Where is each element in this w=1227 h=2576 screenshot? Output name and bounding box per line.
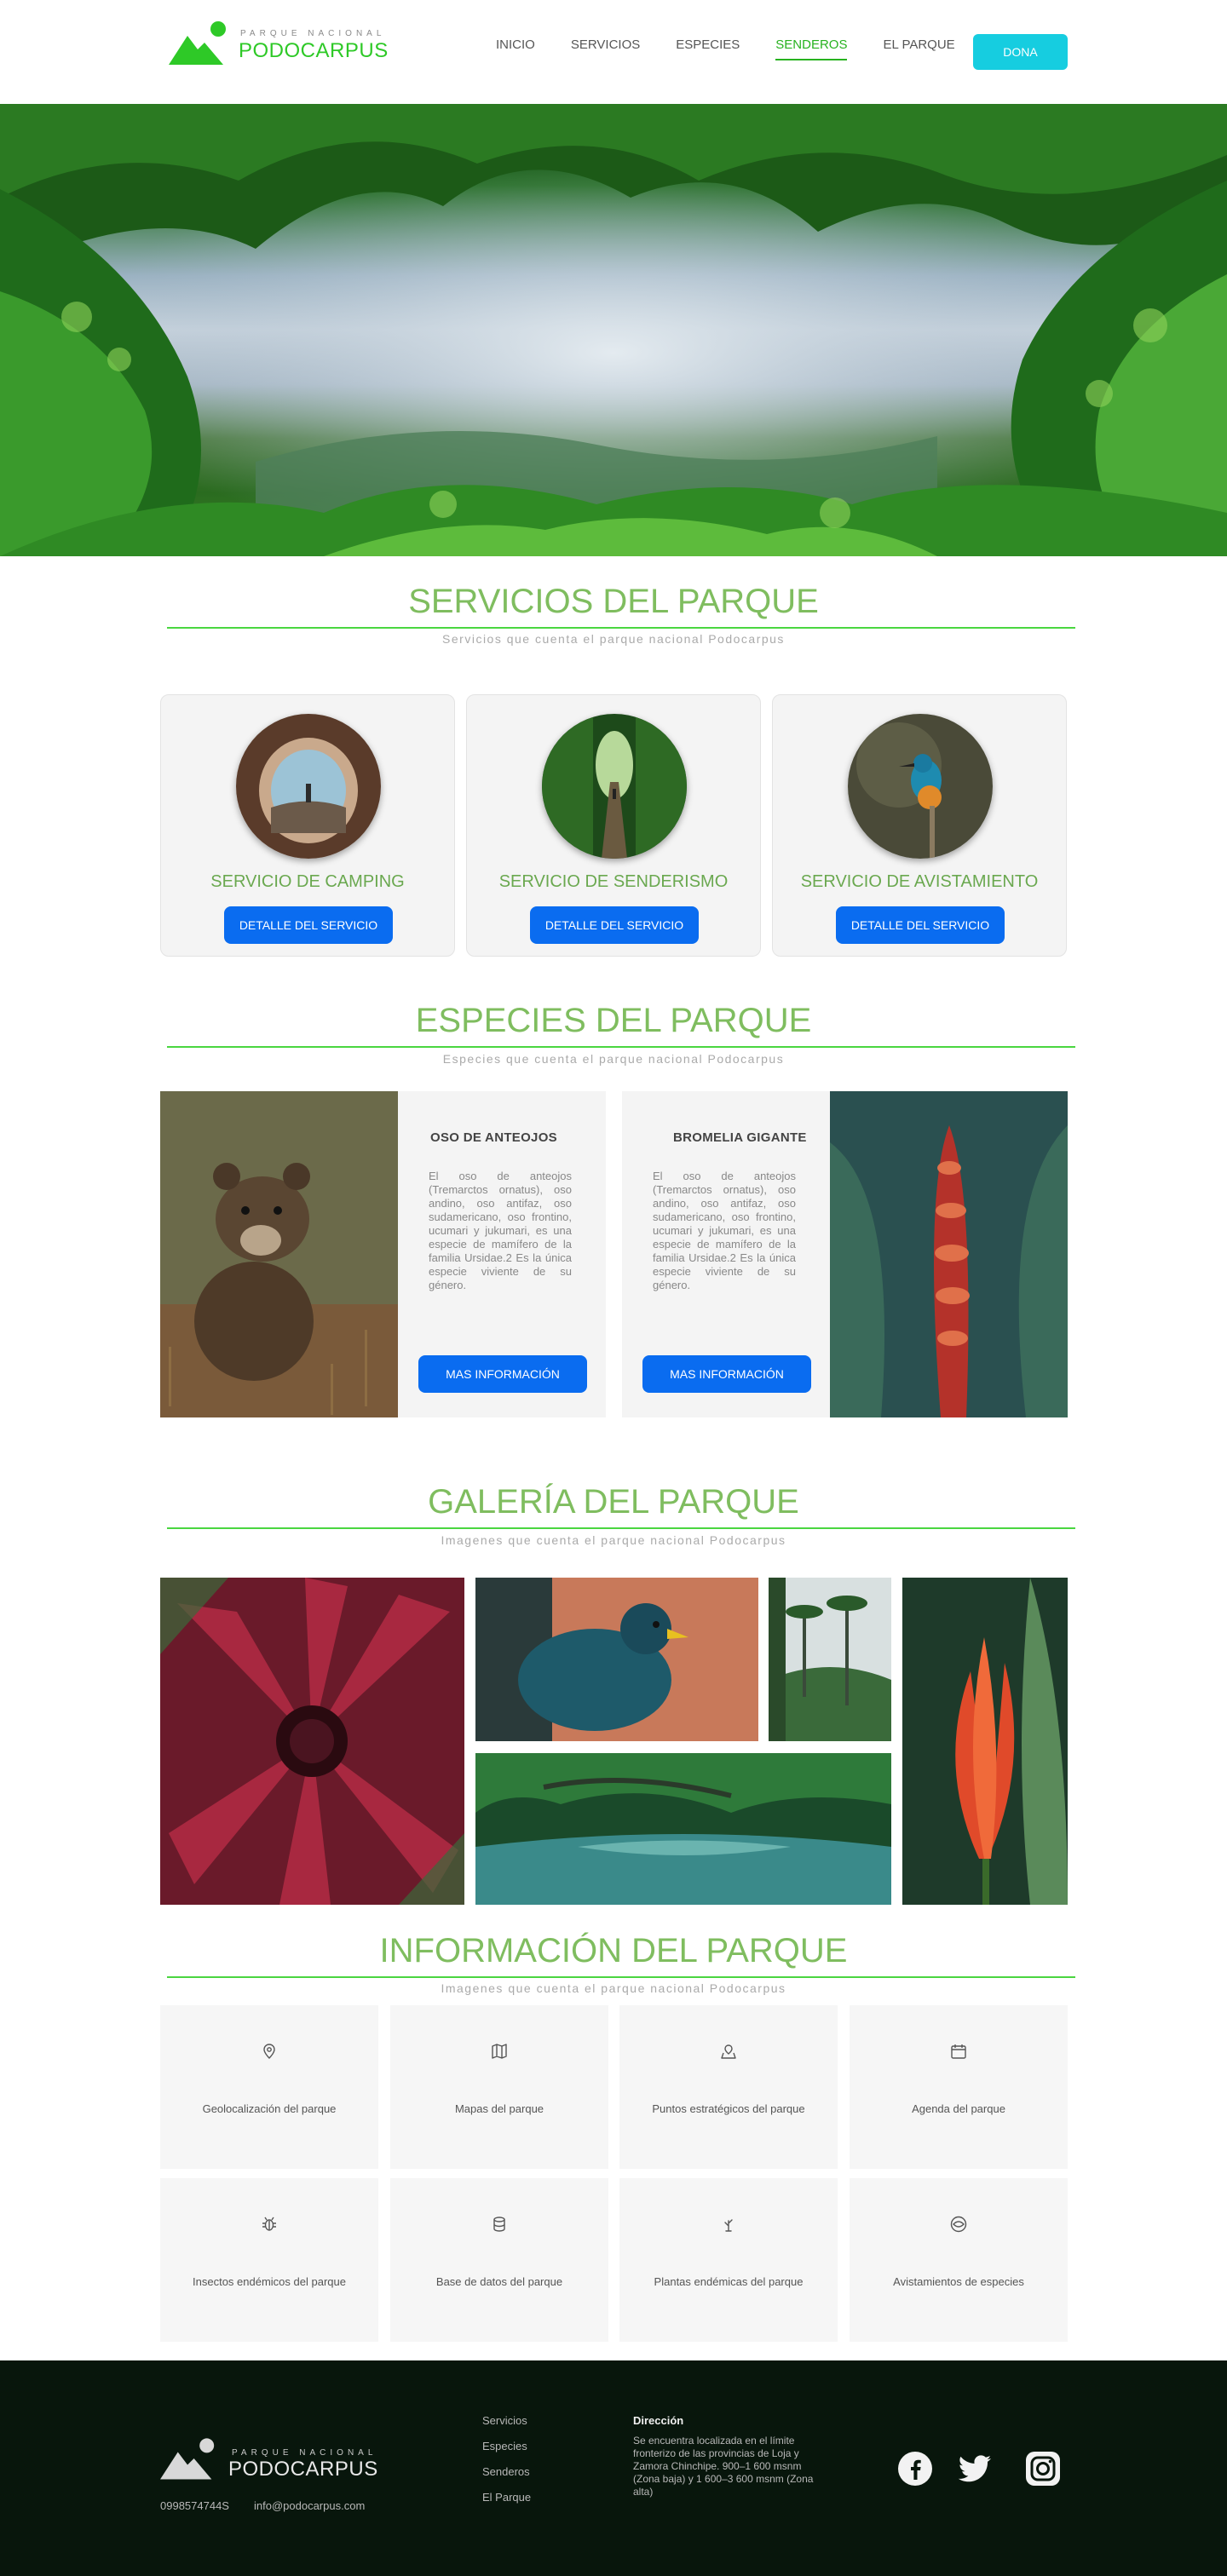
species-name: OSO DE ANTEOJOS [430,1130,557,1145]
tile-strategic-points[interactable]: Puntos estratégicos del parque [619,2005,838,2169]
tile-label: Base de datos del parque [435,2275,563,2288]
footer-logo-subtitle: PARQUE NACIONAL [232,2448,377,2458]
footer-address-title: Dirección [633,2414,684,2427]
nav-servicios[interactable]: SERVICIOS [571,37,640,60]
service-title: SERVICIO DE SENDERISMO [498,872,729,891]
tile-sightings[interactable]: Avistamientos de especies [850,2178,1068,2342]
birdwatching-photo [848,714,993,859]
tile-label: Avistamientos de especies [893,2275,1024,2288]
hiking-photo [542,714,687,859]
tile-label: Geolocalización del parque [202,2102,337,2115]
bromelia-photo [830,1091,1068,1417]
footer: PARQUE NACIONAL PODOCARPUS 0998574744S i… [0,2360,1227,2576]
gallery-palms-photo[interactable] [769,1578,891,1741]
tile-label: Agenda del parque [912,2102,1005,2115]
service-card-birdwatching: SERVICIO DE AVISTAMIENTO DETALLE DEL SER… [772,694,1067,957]
jungle-canopy-illustration [0,104,1227,556]
services-title: SERVICIOS DEL PARQUE [408,583,819,620]
map-pin-outline-icon [721,2044,736,2059]
footer-logo-title: PODOCARPUS [228,2458,378,2481]
more-info-button[interactable]: MAS INFORMACIÓN [418,1355,587,1393]
nav-especies[interactable]: ESPECIES [676,37,740,60]
gallery-divider [167,1527,1075,1529]
map-icon [492,2044,507,2059]
service-detail-button[interactable]: DETALLE DEL SERVICIO [836,906,1005,944]
mountain-logo-icon [169,21,226,65]
logo-subtitle: PARQUE NACIONAL [240,29,386,38]
page: PARQUE NACIONAL PODOCARPUS INICIO SERVIC… [0,0,1227,2576]
eye-icon [950,2216,967,2233]
species-card-bromelia: BROMELIA GIGANTE El oso de anteojos (Tre… [622,1091,830,1417]
donate-button[interactable]: DONA [973,34,1068,70]
database-icon [493,2217,505,2232]
footer-link-el-parque[interactable]: El Parque [482,2491,531,2504]
tile-insects[interactable]: Insectos endémicos del parque [160,2178,378,2342]
tile-label: Mapas del parque [454,2102,544,2115]
species-subtitle: Especies que cuenta el parque nacional P… [442,1052,785,1066]
facebook-icon[interactable] [897,2451,933,2487]
instagram-icon[interactable] [1025,2451,1061,2487]
species-description: El oso de anteojos (Tremarctos ornatus),… [429,1170,572,1291]
service-card-camping: SERVICIO DE CAMPING DETALLE DEL SERVICIO [160,694,455,957]
species-description: El oso de anteojos (Tremarctos ornatus),… [653,1170,796,1291]
nav-inicio[interactable]: INICIO [496,37,535,60]
footer-link-especies[interactable]: Especies [482,2440,527,2452]
bear-photo [160,1091,398,1417]
services-divider [167,627,1075,629]
footer-address-text: Se encuentra localizada en el límite fro… [633,2435,814,2498]
species-card-bear: OSO DE ANTEOJOS El oso de anteojos (Trem… [398,1091,606,1417]
service-title: SERVICIO DE CAMPING [210,872,405,891]
logo-title: PODOCARPUS [239,39,389,62]
footer-link-servicios[interactable]: Servicios [482,2414,527,2427]
tile-label: Insectos endémicos del parque [193,2275,346,2288]
gallery-bird-photo[interactable] [475,1578,758,1741]
tile-plants[interactable]: Plantas endémicas del parque [619,2178,838,2342]
service-card-hiking: SERVICIO DE SENDERISMO DETALLE DEL SERVI… [466,694,761,957]
plant-icon [724,2219,733,2232]
service-detail-button[interactable]: DETALLE DEL SERVICIO [530,906,699,944]
tile-maps[interactable]: Mapas del parque [390,2005,608,2169]
logo[interactable]: PARQUE NACIONAL PODOCARPUS [169,20,390,68]
info-subtitle: Imagenes que cuenta el parque nacional P… [441,1981,786,1995]
gallery-subtitle: Imagenes que cuenta el parque nacional P… [441,1533,786,1547]
header: PARQUE NACIONAL PODOCARPUS INICIO SERVIC… [0,0,1227,104]
map-pin-icon [263,2044,275,2059]
species-title: ESPECIES DEL PARQUE [415,1002,812,1039]
gallery-title: GALERÍA DEL PARQUE [428,1483,799,1521]
tile-label: Puntos estratégicos del parque [652,2102,805,2115]
nav-senderos[interactable]: SENDEROS [775,37,848,60]
footer-mountain-logo-icon [160,2438,215,2480]
footer-phone[interactable]: 0998574744S [160,2499,229,2512]
nav-el-parque[interactable]: EL PARQUE [883,37,954,60]
gallery-flower-photo[interactable] [902,1578,1068,1905]
service-detail-button[interactable]: DETALLE DEL SERVICIO [224,906,393,944]
services-subtitle: Servicios que cuenta el parque nacional … [442,632,785,646]
bug-icon [262,2217,276,2231]
tile-database[interactable]: Base de datos del parque [390,2178,608,2342]
info-title: INFORMACIÓN DEL PARQUE [379,1932,848,1969]
service-title: SERVICIO DE AVISTAMIENTO [800,872,1039,891]
gallery-river-photo[interactable] [475,1753,891,1905]
main-nav: INICIO SERVICIOS ESPECIES SENDEROS EL PA… [496,37,991,60]
hero-image [0,104,1227,556]
gallery-bromeliad-photo[interactable] [160,1578,464,1905]
calendar-icon [951,2044,966,2059]
twitter-icon[interactable] [957,2451,993,2487]
footer-link-senderos[interactable]: Senderos [482,2465,530,2478]
more-info-button[interactable]: MAS INFORMACIÓN [642,1355,811,1393]
species-divider [167,1046,1075,1048]
footer-email[interactable]: info@podocarpus.com [254,2499,365,2512]
tile-agenda[interactable]: Agenda del parque [850,2005,1068,2169]
species-name: BROMELIA GIGANTE [673,1130,807,1145]
info-divider [167,1976,1075,1978]
camping-photo [236,714,381,859]
tile-label: Plantas endémicas del parque [654,2275,804,2288]
tile-geolocation[interactable]: Geolocalización del parque [160,2005,378,2169]
